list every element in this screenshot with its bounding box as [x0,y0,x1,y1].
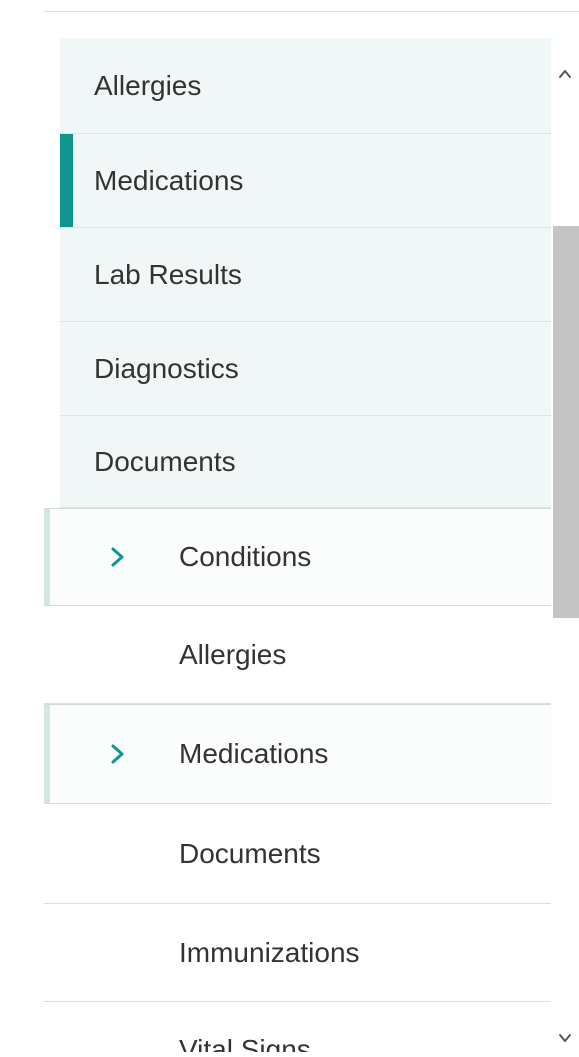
sub-item-label: Allergies [179,638,287,670]
sub-item-allergies[interactable]: Allergies [44,606,551,704]
records-nav-list: Allergies Medications Lab Results Diagno… [44,38,551,1052]
scroll-down-button[interactable] [551,1024,579,1052]
nav-item-documents[interactable]: Documents [60,416,551,508]
nav-item-medications[interactable]: Medications [60,134,551,228]
nav-item-label: Allergies [94,69,202,101]
sub-item-label: Immunizations [179,936,360,968]
chevron-down-icon [559,1034,571,1042]
top-divider [44,11,579,12]
sub-item-immunizations[interactable]: Immunizations [44,904,551,1002]
sub-item-vital-signs[interactable]: Vital Signs [44,1002,551,1052]
nav-item-label: Lab Results [94,258,242,290]
sub-item-label: Vital Signs [179,1034,311,1052]
nav-item-lab-results[interactable]: Lab Results [60,228,551,322]
nav-item-label: Documents [94,445,236,477]
nav-item-label: Medications [94,164,244,196]
nav-item-allergies[interactable]: Allergies [60,38,551,134]
sub-item-label: Medications [179,738,329,769]
chevron-right-icon[interactable] [108,742,128,766]
nav-item-diagnostics[interactable]: Diagnostics [60,322,551,416]
sub-item-label: Conditions [179,541,312,572]
sub-item-label: Documents [179,837,321,869]
chevron-up-icon [559,70,571,78]
nav-item-label: Diagnostics [94,352,239,384]
scroll-up-button[interactable] [551,60,579,88]
sub-item-conditions[interactable]: Conditions [44,508,551,606]
scroll-thumb[interactable] [553,226,579,618]
scrollbar[interactable] [551,50,579,1052]
records-nav-panel: Allergies Medications Lab Results Diagno… [0,0,579,1052]
chevron-right-icon[interactable] [108,545,128,569]
sub-item-documents[interactable]: Documents [44,804,551,904]
sub-item-medications[interactable]: Medications [44,704,551,804]
